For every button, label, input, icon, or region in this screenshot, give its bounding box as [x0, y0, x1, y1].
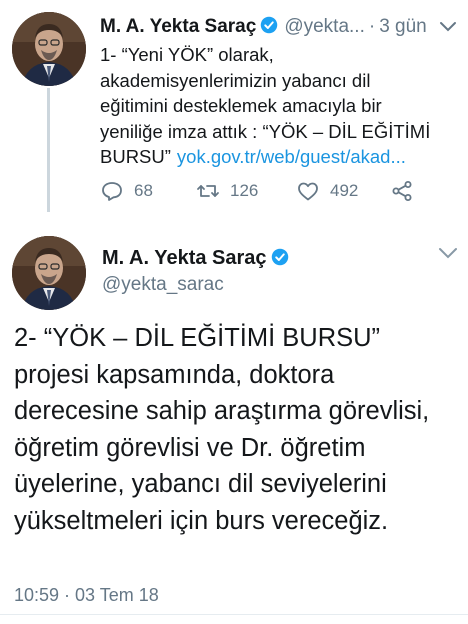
heart-icon [298, 182, 318, 201]
profile-photo [12, 236, 86, 310]
thread-line [47, 88, 50, 212]
verified-badge-icon [261, 16, 278, 34]
author-name[interactable]: M. A. Yekta Saraç [100, 16, 256, 37]
tweet-link[interactable]: yok.gov.tr/web/guest/akad... [177, 146, 406, 167]
tweet1-header: M. A. Yekta Saraç @yekta... · 3 gün [100, 12, 460, 42]
chevron-down-icon[interactable] [438, 20, 458, 34]
tweet-timestamp: 10:59 · 03 Tem 18 [14, 585, 159, 605]
tweet1-text: 1- “Yeni YÖK” olarak, akademisyenlerimiz… [100, 42, 440, 170]
like-button[interactable]: 492 [296, 174, 358, 208]
retweet-icon [197, 185, 219, 197]
reply-button[interactable]: 68 [100, 174, 153, 208]
verified-badge-icon [271, 248, 288, 266]
reply-count: 68 [134, 181, 153, 200]
like-count: 492 [330, 181, 359, 200]
separator: · [368, 16, 376, 37]
share-icon [392, 181, 412, 201]
reply-icon [102, 182, 122, 201]
profile-photo [12, 12, 86, 86]
tweet-actions: 68 126 492 [100, 174, 440, 208]
author-handle[interactable]: @yekta... [284, 16, 365, 37]
tweet-time[interactable]: 3 gün [379, 16, 427, 37]
avatar[interactable] [12, 12, 86, 86]
retweet-button[interactable]: 126 [196, 174, 258, 208]
retweet-count: 126 [230, 181, 259, 200]
share-button[interactable] [390, 174, 424, 208]
divider [0, 614, 468, 615]
tweet-text: 2- “YÖK – DİL EĞİTİMİ BURSU” projesi kap… [14, 324, 430, 535]
chevron-down-icon[interactable] [437, 245, 459, 261]
tweet2-author: M. A. Yekta Saraç [102, 244, 289, 272]
author-handle[interactable]: @yekta_sarac [102, 272, 224, 298]
author-name[interactable]: M. A. Yekta Saraç [102, 247, 267, 269]
avatar[interactable] [12, 236, 86, 310]
